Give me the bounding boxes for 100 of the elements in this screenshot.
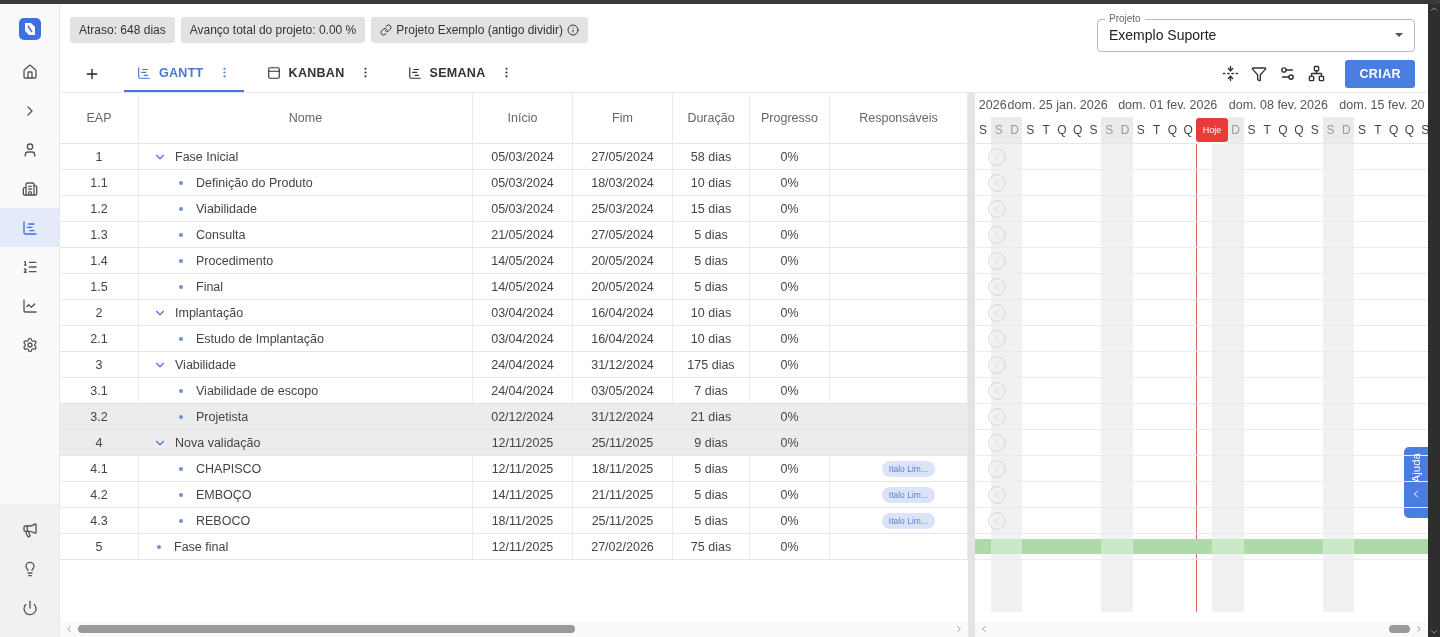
name-cell: Procedimento (139, 248, 473, 274)
assignee-chip[interactable]: Italo Lim... (881, 512, 935, 529)
table-cell: 10 dias (673, 326, 750, 352)
name-cell: Viabilidade (139, 196, 473, 222)
name-cell: Final (139, 274, 473, 300)
week-label: 2026 (977, 97, 1007, 114)
table-cell: 05/03/2024 (473, 170, 573, 196)
table-cell: 5 dias (673, 456, 750, 482)
table-cell: 20/05/2024 (573, 274, 673, 300)
week-label: dom. 08 fev. 2026 (1227, 97, 1329, 114)
name-cell: Projetista (139, 404, 473, 430)
table-cell: 1.4 (60, 248, 139, 274)
info-chip: Avanço total do projeto: 0.00 % (180, 16, 366, 43)
table-cell: 05/03/2024 (473, 196, 573, 222)
table-cell: 24/04/2024 (473, 352, 573, 378)
table-cell: 58 dias (673, 144, 750, 170)
table-cell: 0% (750, 222, 830, 248)
table-cell: 5 (60, 534, 139, 560)
name-cell: REBOCO (139, 508, 473, 534)
table-cell: 0% (750, 404, 830, 430)
table-cell: 21 dias (673, 404, 750, 430)
table-cell: 16/04/2024 (573, 326, 673, 352)
table-cell: 31/12/2024 (573, 404, 673, 430)
day-label: D (1117, 117, 1133, 144)
table-cell: 5 dias (673, 508, 750, 534)
table-cell: 10 dias (673, 170, 750, 196)
table-cell: 18/03/2024 (573, 170, 673, 196)
table-cell: 31/12/2024 (573, 352, 673, 378)
table-cell: 15 dias (673, 196, 750, 222)
table-cell: 5 dias (673, 248, 750, 274)
table-cell: 0% (750, 456, 830, 482)
day-label: D (1338, 117, 1355, 144)
table-cell: 0% (750, 378, 830, 404)
name-cell: Definição do Produto (139, 170, 473, 196)
table-cell: 9 dias (673, 430, 750, 456)
table-cell: 0% (750, 508, 830, 534)
create-button[interactable]: CRIAR (1345, 59, 1415, 88)
table-cell: 3 (60, 352, 139, 378)
table-cell: 14/05/2024 (473, 274, 573, 300)
table-cell: 21/11/2025 (573, 482, 673, 508)
name-cell: EMBOÇO (139, 482, 473, 508)
name-cell: Viabilidade (139, 352, 473, 378)
table-cell: 02/12/2024 (473, 404, 573, 430)
table-cell: 12/11/2025 (473, 534, 573, 560)
table-cell: 20/05/2024 (573, 248, 673, 274)
table-cell: 1.1 (60, 170, 139, 196)
view-tab[interactable]: KANBAN (253, 55, 385, 92)
name-cell: CHAPISCO (139, 456, 473, 482)
project-select[interactable]: Projeto Exemplo Suporte (1097, 11, 1415, 52)
table-cell: 24/04/2024 (473, 378, 573, 404)
table-cell: 18/11/2025 (473, 508, 573, 534)
day-label: D (1227, 117, 1244, 144)
table-cell: 7 dias (673, 378, 750, 404)
table-cell: 4.3 (60, 508, 139, 534)
table-cell: 0% (750, 274, 830, 300)
table-cell: 14/11/2025 (473, 482, 573, 508)
table-cell: 4.2 (60, 482, 139, 508)
table-cell: 0% (750, 430, 830, 456)
table-cell: 25/11/2025 (573, 430, 673, 456)
name-cell: Consulta (139, 222, 473, 248)
table-cell: 3.2 (60, 404, 139, 430)
table-cell: 27/05/2024 (573, 144, 673, 170)
week-label: dom. 15 fev. 20 (1338, 97, 1426, 114)
table-cell: 05/03/2024 (473, 144, 573, 170)
table-cell: 75 dias (673, 534, 750, 560)
day-label: S (1101, 117, 1118, 144)
week-label: dom. 25 jan. 2026 (1006, 97, 1109, 114)
table-cell: 25/11/2025 (573, 508, 673, 534)
info-chip: Atraso: 648 dias (70, 16, 175, 43)
table-cell: 14/05/2024 (473, 248, 573, 274)
week-label: dom. 01 fev. 2026 (1117, 97, 1219, 114)
assignee-chip[interactable]: Italo Lim... (881, 460, 935, 477)
table-cell: 3.1 (60, 378, 139, 404)
name-cell: Fase final (139, 534, 473, 560)
table-cell: 5 dias (673, 274, 750, 300)
table-cell: 0% (750, 534, 830, 560)
project-link-chip[interactable]: Projeto Exemplo (antigo dividir) (371, 16, 589, 43)
table-cell: 16/04/2024 (573, 300, 673, 326)
name-cell: Fase Inicial (139, 144, 473, 170)
today-marker: Hoje (1196, 118, 1228, 142)
view-tab[interactable]: GANTT (124, 55, 244, 92)
view-tab[interactable]: SEMANA (394, 55, 526, 92)
table-cell: 0% (750, 326, 830, 352)
table-cell: 1.5 (60, 274, 139, 300)
table-cell: 03/05/2024 (573, 378, 673, 404)
table-cell: 2 (60, 300, 139, 326)
table-cell: 0% (750, 196, 830, 222)
table-cell: 12/11/2025 (473, 430, 573, 456)
table-cell: 4 (60, 430, 139, 456)
name-cell: Nova validação (139, 430, 473, 456)
table-cell: 1.3 (60, 222, 139, 248)
table-cell: 21/05/2024 (473, 222, 573, 248)
table-cell: 5 dias (673, 222, 750, 248)
table-cell: 0% (750, 300, 830, 326)
name-cell: Viabilidade de escopo (139, 378, 473, 404)
table-cell: 4.1 (60, 456, 139, 482)
table-cell: 0% (750, 144, 830, 170)
table-cell: 18/11/2025 (573, 456, 673, 482)
table-cell: 0% (750, 352, 830, 378)
assignee-chip[interactable]: Italo Lim... (881, 486, 935, 503)
